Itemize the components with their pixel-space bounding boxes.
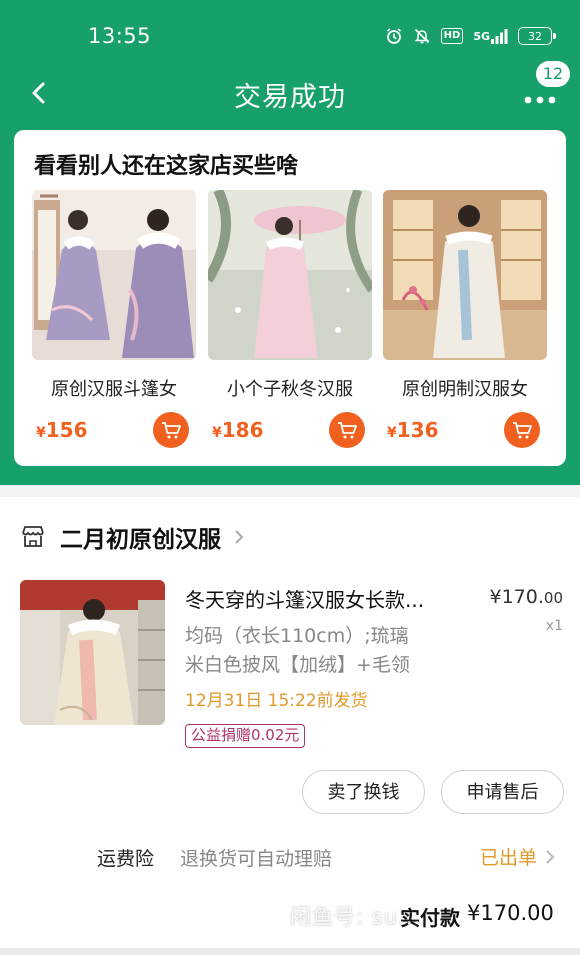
item-spec: 均码（衣长110cm）;琉璃 米白色披风【加绒】+毛领	[185, 625, 410, 676]
alarm-icon	[385, 27, 403, 45]
network-type-label: 5G	[473, 29, 490, 43]
shop-icon	[20, 524, 46, 550]
chevron-right-icon	[233, 528, 245, 546]
product-price: ¥186	[212, 418, 264, 442]
message-count-badge: 12	[536, 61, 570, 87]
order-card: 二月初原创汉服 冬天穿的斗篷汉服女长款... ¥170.00 x1 均码（衣长1…	[0, 497, 580, 955]
product-image[interactable]	[208, 190, 372, 360]
recommend-card: 看看别人还在这家店买些啥 原创汉服斗篷女 ¥156 小个子秋冬汉服 ¥186 原…	[14, 130, 566, 466]
charity-badge: 公益捐赠0.02元	[185, 724, 306, 748]
add-to-cart-button[interactable]	[329, 412, 365, 448]
cart-icon	[338, 422, 357, 439]
ship-deadline: 12月31日 15:22前发货	[185, 691, 368, 711]
shop-name: 二月初原创汉服	[60, 527, 221, 553]
shipping-insurance-desc: 退换货可自动理赔	[180, 848, 333, 870]
product-name: 小个子秋冬汉服	[227, 379, 353, 400]
shop-header[interactable]: 二月初原创汉服	[20, 519, 245, 555]
add-to-cart-button[interactable]	[153, 412, 189, 448]
status-icons: HD 5G 32	[385, 25, 556, 47]
hd-icon: HD	[440, 28, 464, 44]
product-name: 原创汉服斗篷女	[51, 379, 177, 400]
battery-level: 32	[528, 29, 542, 43]
shipping-insurance-label: 运费险	[97, 848, 155, 870]
status-bar: 13:55 HD 5G 32	[0, 0, 580, 70]
cart-icon	[513, 422, 532, 439]
resell-button[interactable]: 卖了换钱	[302, 770, 425, 814]
recommend-product[interactable]: 小个子秋冬汉服 ¥186	[208, 190, 372, 448]
product-image[interactable]	[383, 190, 547, 360]
chevron-right-icon	[546, 849, 555, 864]
recommend-title: 看看别人还在这家店买些啥	[34, 154, 299, 179]
signal-icon: 5G	[473, 28, 508, 44]
status-time: 13:55	[88, 24, 152, 48]
recommend-product[interactable]: 原创明制汉服女 ¥136	[383, 190, 547, 448]
item-price: ¥170.00	[489, 586, 564, 608]
shipping-insurance-status[interactable]: 已出单	[480, 843, 555, 870]
add-to-cart-button[interactable]	[504, 412, 540, 448]
after-sale-button[interactable]: 申请售后	[441, 770, 564, 814]
product-price: ¥136	[387, 418, 439, 442]
cart-icon	[162, 422, 181, 439]
mute-bell-icon	[413, 27, 431, 45]
watermark: 闲鱼号: su...	[290, 905, 422, 929]
bottom-divider	[0, 948, 580, 955]
paid-amount: ¥170.00	[467, 901, 554, 925]
product-price: ¥156	[36, 418, 88, 442]
nav-bar: 交易成功 12	[0, 61, 580, 120]
more-dots-icon[interactable]	[522, 90, 562, 106]
item-title[interactable]: 冬天穿的斗篷汉服女长款...	[185, 584, 460, 613]
item-image[interactable]	[20, 580, 165, 725]
product-image[interactable]	[32, 190, 196, 360]
page-title: 交易成功	[234, 82, 346, 113]
recommend-product[interactable]: 原创汉服斗篷女 ¥156	[32, 190, 196, 448]
item-quantity: x1	[545, 618, 563, 634]
battery-icon: 32	[518, 27, 556, 45]
product-name: 原创明制汉服女	[402, 379, 528, 400]
